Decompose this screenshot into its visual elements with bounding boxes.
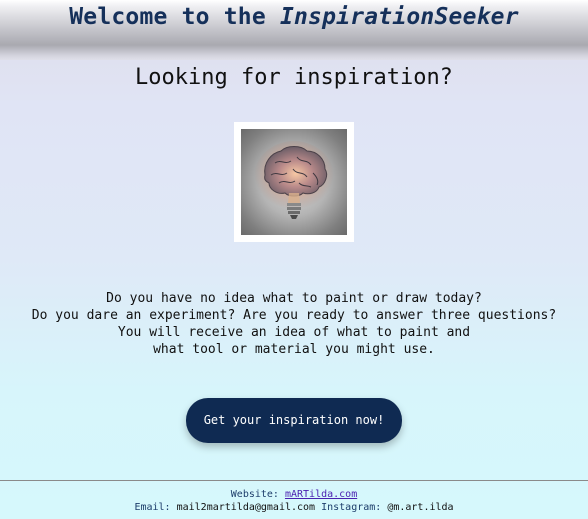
brain-lightbulb-icon <box>241 129 347 235</box>
hero-image-frame <box>234 122 354 242</box>
website-label: Website: <box>230 489 285 500</box>
intro-line: what tool or material you might use. <box>153 342 435 357</box>
website-link[interactable]: mARTilda.com <box>285 489 357 500</box>
footer: Website: mARTilda.com Email: mail2martil… <box>0 488 588 514</box>
intro-line: Do you have no idea what to paint or dra… <box>106 291 482 306</box>
email-label: Email: <box>134 502 177 513</box>
page-title: Welcome to the InspirationSeeker <box>0 2 588 32</box>
email-value: mail2martilda@gmail.com <box>176 502 316 513</box>
footer-contact-line: Email: mail2martilda@gmail.com Instagram… <box>0 501 588 514</box>
instagram-label: Instagram: <box>315 502 388 513</box>
instagram-value: @m.art.ilda <box>387 502 454 513</box>
intro-line: You will receive an idea of what to pain… <box>117 325 471 340</box>
page-title-brand: InspirationSeeker <box>279 4 519 30</box>
header-banner: Welcome to the InspirationSeeker <box>0 0 588 60</box>
get-inspiration-button[interactable]: Get your inspiration now! <box>186 398 402 443</box>
intro-line: Do you dare an experiment? Are you ready… <box>31 308 557 323</box>
footer-website-line: Website: mARTilda.com <box>0 488 588 501</box>
footer-divider <box>0 480 588 481</box>
page-title-prefix: Welcome to the <box>69 4 280 30</box>
hero-subtitle: Looking for inspiration? <box>135 65 453 90</box>
intro-text: Do you have no idea what to paint or dra… <box>0 290 588 358</box>
